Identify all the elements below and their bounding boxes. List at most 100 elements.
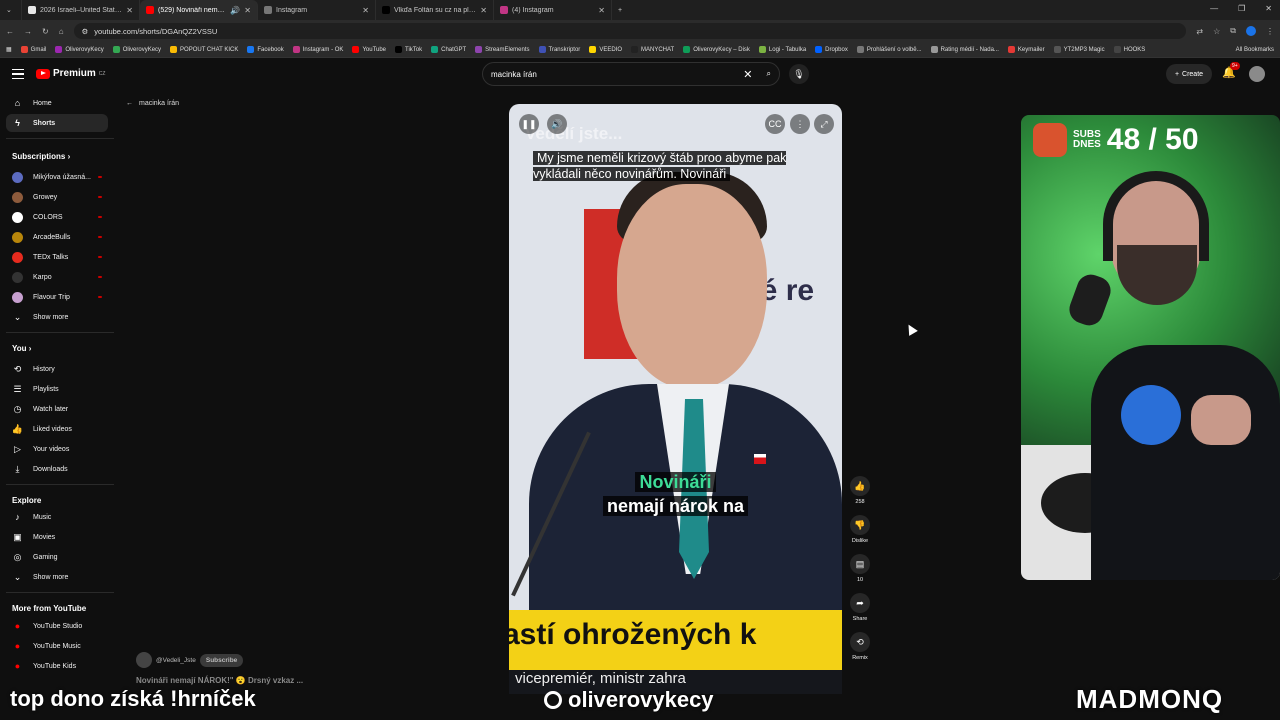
video-title[interactable]: Novináři nemají NÁROK!" 😮 Drsný vzkaz ..… — [136, 676, 303, 685]
sidebar-item-shorts[interactable]: ϟ Shorts — [6, 114, 108, 132]
browser-tab-active[interactable]: (529) Novináři nemají NÁR 🔊 ✕ — [140, 0, 258, 20]
bookmark-item[interactable]: Gmail — [20, 46, 46, 53]
bookmark-item[interactable]: ChatGPT — [431, 46, 466, 53]
dislike-button[interactable]: 👎 Dislike — [848, 515, 872, 544]
comments-button[interactable]: ▤ 10 — [848, 554, 872, 583]
subscriptions-show-more[interactable]: ⌄ Show more — [6, 308, 108, 326]
minimize-icon[interactable]: — — [1210, 4, 1218, 13]
subscribe-button[interactable]: Subscribe — [199, 653, 244, 667]
voice-search-icon[interactable]: 🎙 — [789, 64, 809, 84]
search-icon[interactable]: ⌕ — [767, 69, 771, 79]
tab-audio-icon[interactable]: 🔊 — [230, 6, 240, 15]
captions-icon[interactable]: CC — [765, 114, 785, 134]
bookmark-item[interactable]: OliverovyKecy — [55, 46, 104, 53]
translate-icon[interactable]: ⇄ — [1196, 27, 1203, 36]
back-to-search[interactable]: ← macinka írán — [126, 100, 179, 107]
browser-tab[interactable]: Vlkďa Foltán su cz na platformě ✕ — [376, 0, 494, 20]
volume-icon[interactable]: 🔊 — [547, 114, 567, 134]
hamburger-menu-icon[interactable] — [12, 69, 24, 79]
bookmark-item[interactable]: Keymailer — [1007, 46, 1045, 53]
sidebar-item[interactable]: ◷ Watch later — [6, 400, 108, 418]
remix-button[interactable]: ⟲ Remix — [848, 632, 872, 661]
bookmark-star-icon[interactable]: ☆ — [1213, 27, 1220, 36]
bookmark-item[interactable]: OliverovyKecy – Disk — [683, 46, 750, 53]
search-input[interactable]: macinka írán ✕ ⌕ — [482, 62, 780, 86]
bookmark-item[interactable]: Facebook — [247, 46, 284, 53]
tab-list-icon[interactable]: ⌄ — [6, 6, 12, 14]
site-info-icon[interactable]: ⚙ — [82, 27, 89, 36]
sidebar-item[interactable]: TEDx Talks — [6, 248, 108, 266]
sidebar-item[interactable]: Mikýfova úžasná... — [6, 168, 108, 186]
sidebar-item[interactable]: ⤓ Downloads — [6, 460, 108, 478]
youtube-premium-logo[interactable]: Premium CZ — [36, 68, 105, 79]
sidebar-item[interactable]: 👍 Liked videos — [6, 420, 108, 438]
browser-tab[interactable]: 2026 Israeli–United States strik✕ — [22, 0, 140, 20]
home-icon[interactable]: ⌂ — [59, 27, 64, 36]
extensions-icon[interactable]: ⧉ — [1230, 26, 1236, 36]
address-bar[interactable]: ⚙ youtube.com/shorts/DGAnQZ2VSSU — [73, 23, 1187, 39]
bookmark-item[interactable]: YT2MP3 Magic — [1053, 46, 1105, 53]
sidebar-item[interactable]: ☰ Playlists — [6, 380, 108, 398]
bookmark-item[interactable]: YouTube — [352, 46, 386, 53]
browser-tab[interactable]: Instagram ✕ — [258, 0, 376, 20]
bookmark-item[interactable]: VEEDIO — [589, 46, 622, 53]
bookmark-item[interactable]: Rating médií - Nada... — [930, 46, 999, 53]
browser-tab[interactable]: ⌄ — [0, 0, 22, 20]
new-tab-button[interactable]: + — [612, 0, 634, 20]
sidebar-item[interactable]: ● YouTube Music — [6, 637, 108, 655]
tab-close-icon[interactable]: ✕ — [362, 6, 369, 15]
bookmark-item[interactable]: OliverovyKecy — [112, 46, 161, 53]
clear-search-icon[interactable]: ✕ — [743, 68, 752, 81]
tab-close-icon[interactable]: ✕ — [244, 6, 251, 15]
share-button[interactable]: ➦ Share — [848, 593, 872, 622]
tab-close-icon[interactable]: ✕ — [598, 6, 605, 15]
browser-menu-icon[interactable]: ⋮ — [1266, 27, 1274, 36]
sidebar-item[interactable]: Flavour Trip — [6, 288, 108, 306]
fullscreen-icon[interactable]: ⤢ — [814, 114, 834, 134]
bookmark-item[interactable]: StreamElements — [475, 46, 530, 53]
explore-show-more[interactable]: ⌄ Show more — [6, 568, 108, 586]
more-options-icon[interactable]: ⋮ — [790, 114, 810, 134]
sidebar-item[interactable]: ArcadeBulls — [6, 228, 108, 246]
bookmark-item[interactable]: MANYCHAT — [631, 46, 674, 53]
create-button[interactable]: + Create — [1166, 64, 1212, 84]
sidebar-item[interactable]: ● YouTube Studio — [6, 617, 108, 635]
apps-grid-icon[interactable]: ▦ — [6, 46, 12, 53]
pause-icon[interactable]: ❚❚ — [519, 114, 539, 134]
account-avatar[interactable] — [1249, 66, 1265, 82]
forward-icon[interactable]: → — [24, 27, 32, 36]
bookmark-item[interactable]: HOOKS — [1113, 46, 1145, 53]
bookmark-item[interactable]: POPOUT CHAT KICK — [170, 46, 238, 53]
sidebar-item-home[interactable]: ⌂ Home — [6, 94, 108, 112]
sidebar-item[interactable]: ⟲ History — [6, 360, 108, 378]
sidebar-item[interactable]: ▣ Movies — [6, 528, 108, 546]
notifications-bell-icon[interactable]: 🔔 9+ — [1222, 62, 1240, 79]
shorts-video-player[interactable]: a ké re Vedělí jste... ❚❚ 🔊 CC ⋮ ⤢ My js… — [509, 104, 842, 694]
close-window-icon[interactable]: ✕ — [1265, 4, 1272, 13]
tab-close-icon[interactable]: ✕ — [480, 6, 487, 15]
bookmark-item[interactable]: Logi - Tabulka — [758, 46, 806, 53]
bookmark-item[interactable]: Transkriptor — [538, 46, 580, 53]
bookmark-item[interactable]: Prohlášení o volbě... — [856, 46, 922, 53]
sidebar-item[interactable]: ♪ Music — [6, 508, 108, 526]
sidebar-item[interactable]: ▷ Your videos — [6, 440, 108, 458]
sidebar-item[interactable]: ● YouTube Kids — [6, 657, 108, 675]
channel-avatar[interactable] — [136, 652, 152, 668]
sidebar-item[interactable]: COLORS — [6, 208, 108, 226]
bookmark-item[interactable]: Instagram - OK — [292, 46, 343, 53]
you-heading[interactable]: You › — [12, 344, 31, 353]
tab-close-icon[interactable]: ✕ — [126, 6, 133, 15]
browser-tab[interactable]: (4) Instagram ✕ — [494, 0, 612, 20]
sidebar-item[interactable]: Growey — [6, 188, 108, 206]
profile-icon[interactable] — [1246, 26, 1256, 36]
subscriptions-heading[interactable]: Subscriptions › — [12, 152, 70, 161]
like-button[interactable]: 👍 258 — [848, 476, 872, 505]
maximize-icon[interactable]: ❐ — [1238, 4, 1245, 13]
reload-icon[interactable]: ↻ — [42, 27, 49, 36]
bookmark-item[interactable]: TikTok — [395, 46, 422, 53]
sidebar-item[interactable]: ◎ Gaming — [6, 548, 108, 566]
back-icon[interactable]: ← — [6, 27, 14, 36]
sidebar-item[interactable]: Karpo — [6, 268, 108, 286]
all-bookmarks-button[interactable]: All Bookmarks — [1236, 47, 1274, 53]
channel-handle[interactable]: @Vedeli_Jste — [156, 657, 196, 664]
